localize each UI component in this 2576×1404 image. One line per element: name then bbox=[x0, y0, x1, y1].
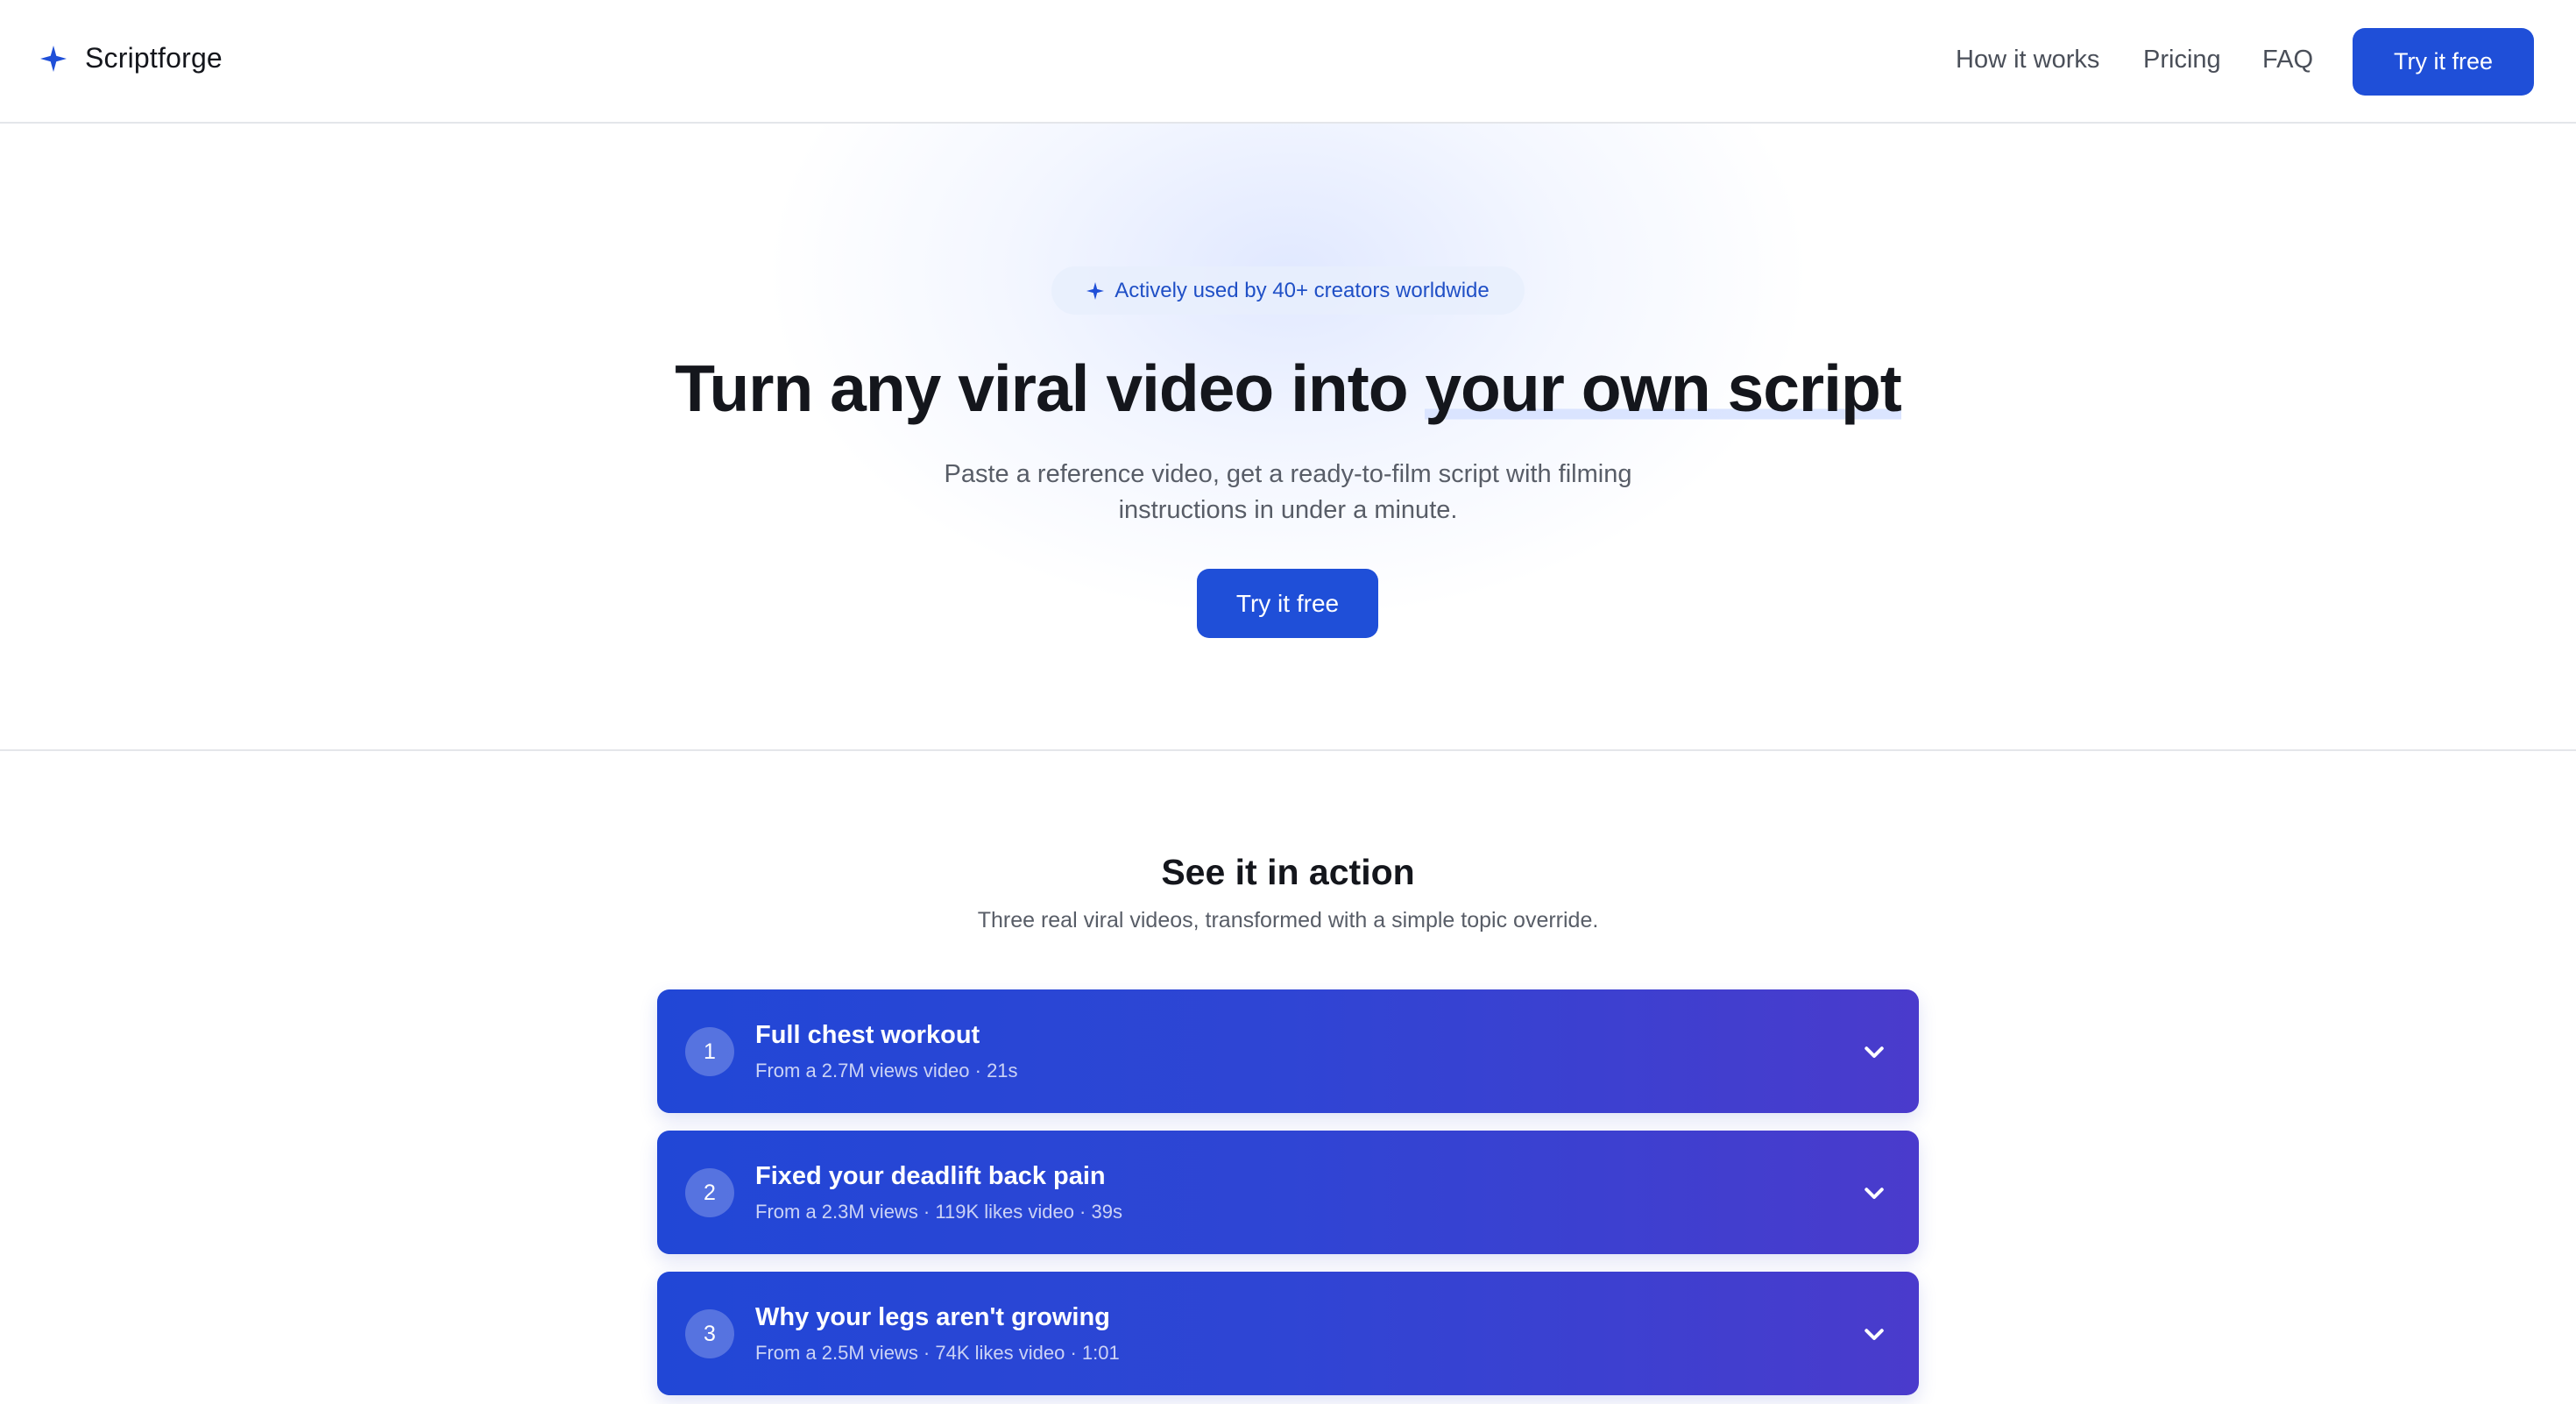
hero-try-free-button[interactable]: Try it free bbox=[1197, 569, 1378, 638]
example-meta: From a 2.7M views video · 21s bbox=[755, 1060, 1018, 1081]
example-number-badge: 3 bbox=[685, 1309, 734, 1358]
demo-section-subtitle: Three real viral videos, transformed wit… bbox=[977, 908, 1599, 932]
top-navigation-bar: Scriptforge How it works Pricing FAQ Try… bbox=[0, 0, 2576, 124]
example-number-badge: 1 bbox=[685, 1027, 734, 1076]
example-title: Full chest workout bbox=[755, 1021, 980, 1049]
example-title: Why your legs aren't growing bbox=[755, 1303, 1110, 1331]
demo-section-title: See it in action bbox=[1161, 852, 1415, 892]
brand-logo-link[interactable]: Scriptforge bbox=[40, 42, 223, 74]
nav-link-pricing[interactable]: Pricing bbox=[2143, 46, 2221, 74]
example-meta: From a 2.3M views · 119K likes video · 3… bbox=[755, 1201, 1122, 1223]
hero-title-prefix: Turn any viral video into bbox=[675, 351, 1426, 425]
hero-subtitle: Paste a reference video, get a ready-to-… bbox=[944, 460, 1632, 524]
example-number-badge: 2 bbox=[685, 1168, 734, 1217]
header-try-free-button[interactable]: Try it free bbox=[2353, 28, 2534, 96]
chevron-down-icon[interactable] bbox=[1861, 1039, 1887, 1065]
social-proof-badge: Actively used by 40+ creators worldwide bbox=[1051, 266, 1525, 315]
example-title: Fixed your deadlift back pain bbox=[755, 1162, 1106, 1190]
example-accordion-list: 1 Full chest workout From a 2.7M views v… bbox=[657, 989, 1919, 1404]
example-accordion-item-1[interactable]: 1 Full chest workout From a 2.7M views v… bbox=[657, 989, 1919, 1113]
example-accordion-item-2[interactable]: 2 Fixed your deadlift back pain From a 2… bbox=[657, 1131, 1919, 1254]
nav-link-how-it-works[interactable]: How it works bbox=[1956, 46, 2099, 74]
hero-title-highlight: your own script bbox=[1425, 351, 1902, 425]
example-meta: From a 2.5M views · 74K likes video · 1:… bbox=[755, 1342, 1120, 1364]
chevron-down-icon[interactable] bbox=[1861, 1321, 1887, 1347]
brand-name: Scriptforge bbox=[85, 42, 223, 74]
chevron-down-icon[interactable] bbox=[1861, 1180, 1887, 1206]
hero-section: Actively used by 40+ creators worldwide … bbox=[0, 124, 2576, 749]
sparkle-icon bbox=[1086, 281, 1105, 300]
social-proof-text: Actively used by 40+ creators worldwide bbox=[1115, 278, 1490, 302]
nav-link-faq[interactable]: FAQ bbox=[2262, 46, 2313, 74]
example-accordion-item-3[interactable]: 3 Why your legs aren't growing From a 2.… bbox=[657, 1272, 1919, 1395]
section-divider bbox=[0, 749, 2576, 751]
sparkle-icon bbox=[40, 45, 67, 72]
hero-title: Turn any viral video into your own scrip… bbox=[0, 351, 2576, 426]
